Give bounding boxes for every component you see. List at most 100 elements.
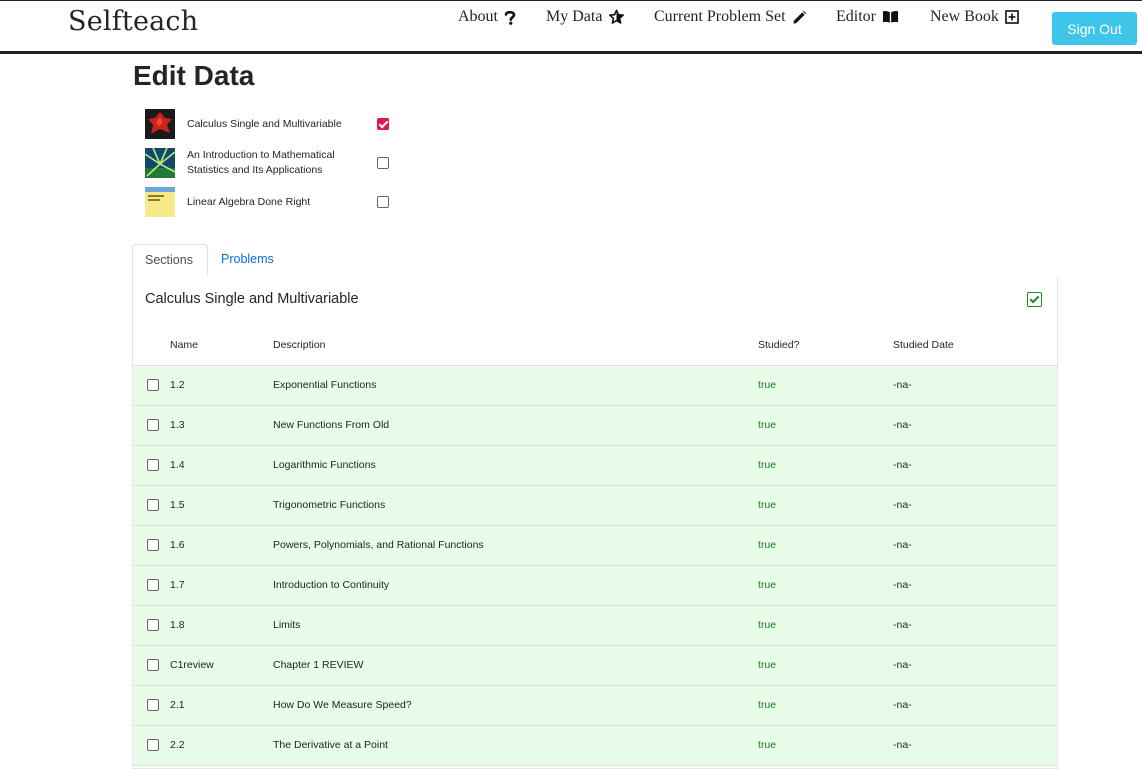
row-studied: true <box>758 419 777 431</box>
book-item: Linear Algebra Done Right <box>145 187 310 217</box>
table-row: 1.5 Trigonometric Functions true -na- <box>133 486 1057 526</box>
row-name: 1.8 <box>170 619 185 631</box>
row-checkbox[interactable] <box>147 459 159 471</box>
top-navbar: Selfteach About My Data Current Problem … <box>0 0 1142 54</box>
nav-editor[interactable]: Editor <box>836 8 899 26</box>
row-description: The Derivative at a Point <box>273 739 388 751</box>
nav-current-problem-set-label: Current Problem Set <box>654 8 786 25</box>
row-checkbox[interactable] <box>147 739 159 751</box>
row-name: C1review <box>170 659 214 671</box>
row-name: 1.2 <box>170 379 185 391</box>
book-cover-image <box>145 187 175 217</box>
row-name: 2.1 <box>170 699 185 711</box>
nav-about-label: About <box>458 8 498 25</box>
brand-logo[interactable]: Selfteach <box>68 6 198 37</box>
row-checkbox[interactable] <box>147 499 159 511</box>
row-studied: true <box>758 539 777 551</box>
column-header-studied: Studied? <box>758 339 800 351</box>
column-header-studied-date: Studied Date <box>893 339 954 351</box>
book-title: Calculus Single and Multivariable <box>187 118 342 130</box>
nav-new-book[interactable]: New Book <box>930 8 1019 26</box>
card-title: Calculus Single and Multivariable <box>145 291 359 307</box>
table-row: 1.4 Logarithmic Functions true -na- <box>133 446 1057 486</box>
select-all-checkbox[interactable] <box>1027 292 1042 307</box>
row-name: 1.7 <box>170 579 185 591</box>
book-item: Calculus Single and Multivariable <box>145 109 342 139</box>
table-row: 1.7 Introduction to Continuity true -na- <box>133 566 1057 606</box>
row-studied-date: -na- <box>893 539 912 551</box>
row-studied-date: -na- <box>893 739 912 751</box>
column-header-name: Name <box>170 339 199 351</box>
row-description: Logarithmic Functions <box>273 459 376 471</box>
table-row: 2.1 How Do We Measure Speed? true -na- <box>133 686 1057 726</box>
row-checkbox[interactable] <box>147 579 159 591</box>
row-studied-date: -na- <box>893 699 912 711</box>
table-row: 1.2 Exponential Functions true -na- <box>133 366 1057 406</box>
book-title: An Introduction to Mathematical Statisti… <box>187 149 335 176</box>
row-studied-date: -na- <box>893 579 912 591</box>
row-name: 2.2 <box>170 739 185 751</box>
row-description: How Do We Measure Speed? <box>273 699 412 711</box>
page-title: Edit Data <box>133 60 255 91</box>
book-select-checkbox[interactable] <box>377 157 389 169</box>
row-checkbox[interactable] <box>147 539 159 551</box>
nav-current-problem-set[interactable]: Current Problem Set <box>654 8 807 26</box>
row-description: Introduction to Continuity <box>273 579 390 591</box>
plus-square-icon <box>1005 10 1019 24</box>
row-studied: true <box>758 619 777 631</box>
tab-bar: Sections Problems <box>132 244 1058 276</box>
row-studied-date: -na- <box>893 419 912 431</box>
book-item: An Introduction to Mathematical Statisti… <box>144 147 335 178</box>
row-checkbox[interactable] <box>147 659 159 671</box>
table-row: 1.6 Powers, Polynomials, and Rational Fu… <box>133 526 1057 566</box>
table-row: 1.8 Limits true -na- <box>133 606 1057 646</box>
book-select-checkbox[interactable] <box>377 196 389 208</box>
row-name: 1.6 <box>170 539 185 551</box>
row-studied: true <box>758 499 777 511</box>
row-name: 1.3 <box>170 419 185 431</box>
book-cover-image <box>145 109 175 139</box>
row-studied: true <box>758 659 777 671</box>
row-checkbox[interactable] <box>147 419 159 431</box>
row-studied-date: -na- <box>893 659 912 671</box>
nav-my-data-label: My Data <box>546 8 603 25</box>
row-description: Trigonometric Functions <box>273 499 386 511</box>
row-description: Powers, Polynomials, and Rational Functi… <box>273 539 484 551</box>
book-icon <box>882 10 899 24</box>
nav-new-book-label: New Book <box>930 8 999 25</box>
row-description: Limits <box>273 619 301 631</box>
row-description: Exponential Functions <box>273 379 377 391</box>
book-title: Linear Algebra Done Right <box>187 196 311 208</box>
row-studied-date: -na- <box>893 619 912 631</box>
tab-problems[interactable]: Problems <box>209 244 286 276</box>
row-studied-date: -na- <box>893 459 912 471</box>
row-studied: true <box>758 379 777 391</box>
book-select-checkbox[interactable] <box>377 118 389 130</box>
sign-out-button[interactable]: Sign Out <box>1052 12 1137 45</box>
row-checkbox[interactable] <box>147 379 159 391</box>
pencil-icon <box>792 10 807 25</box>
row-studied: true <box>758 699 777 711</box>
nav-my-data[interactable]: My Data <box>546 8 625 26</box>
row-checkbox[interactable] <box>147 619 159 631</box>
nav-editor-label: Editor <box>836 8 876 25</box>
star-icon <box>608 9 625 25</box>
row-name: 1.4 <box>170 459 185 471</box>
sections-card: Calculus Single and Multivariable Name D… <box>132 275 1058 769</box>
row-studied: true <box>758 739 777 751</box>
row-studied: true <box>758 579 777 591</box>
row-studied-date: -na- <box>893 499 912 511</box>
row-name: 1.5 <box>170 499 185 511</box>
row-checkbox[interactable] <box>147 699 159 711</box>
table-row: C1review Chapter 1 REVIEW true -na- <box>133 646 1057 686</box>
nav-about[interactable]: About <box>458 8 516 26</box>
question-icon <box>504 10 516 25</box>
row-description: Chapter 1 REVIEW <box>273 659 364 671</box>
tab-sections[interactable]: Sections <box>132 244 208 276</box>
row-studied-date: -na- <box>893 379 912 391</box>
table-row: 1.3 New Functions From Old true -na- <box>133 406 1057 446</box>
book-cover-image <box>144 147 176 178</box>
table-row: 2.2 The Derivative at a Point true -na- <box>133 726 1057 766</box>
row-studied: true <box>758 459 777 471</box>
column-header-description: Description <box>273 339 326 351</box>
